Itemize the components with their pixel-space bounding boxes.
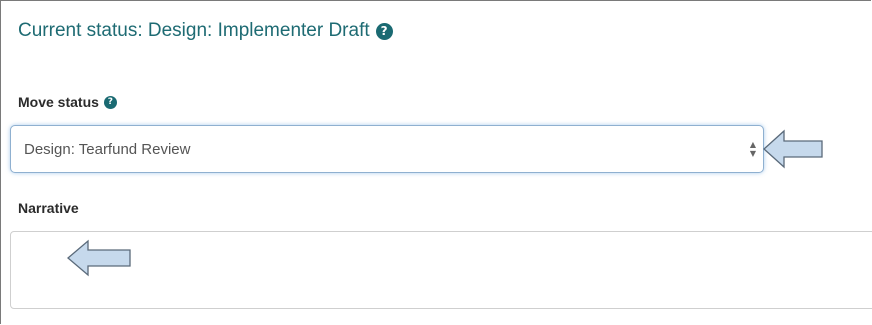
left-arrow-icon [763, 129, 823, 169]
narrative-textarea[interactable] [10, 231, 872, 309]
narrative-label: Narrative [18, 200, 79, 216]
left-arrow-icon [66, 239, 131, 277]
question-circle-icon[interactable]: ? [103, 95, 117, 109]
move-status-selected-value: Design: Tearfund Review [24, 140, 191, 158]
select-arrows-icon: ▲ ▼ [749, 140, 757, 158]
narrative-label-text: Narrative [18, 200, 79, 216]
question-circle-icon[interactable]: ? [375, 22, 393, 40]
current-status-text: Current status: Design: Implementer Draf… [18, 20, 370, 41]
move-status-label: Move status ? [18, 94, 117, 110]
current-status-heading: Current status: Design: Implementer Draf… [18, 20, 393, 42]
move-status-select[interactable]: Design: Tearfund Review ▲ ▼ [10, 125, 764, 173]
move-status-label-text: Move status [18, 94, 99, 110]
